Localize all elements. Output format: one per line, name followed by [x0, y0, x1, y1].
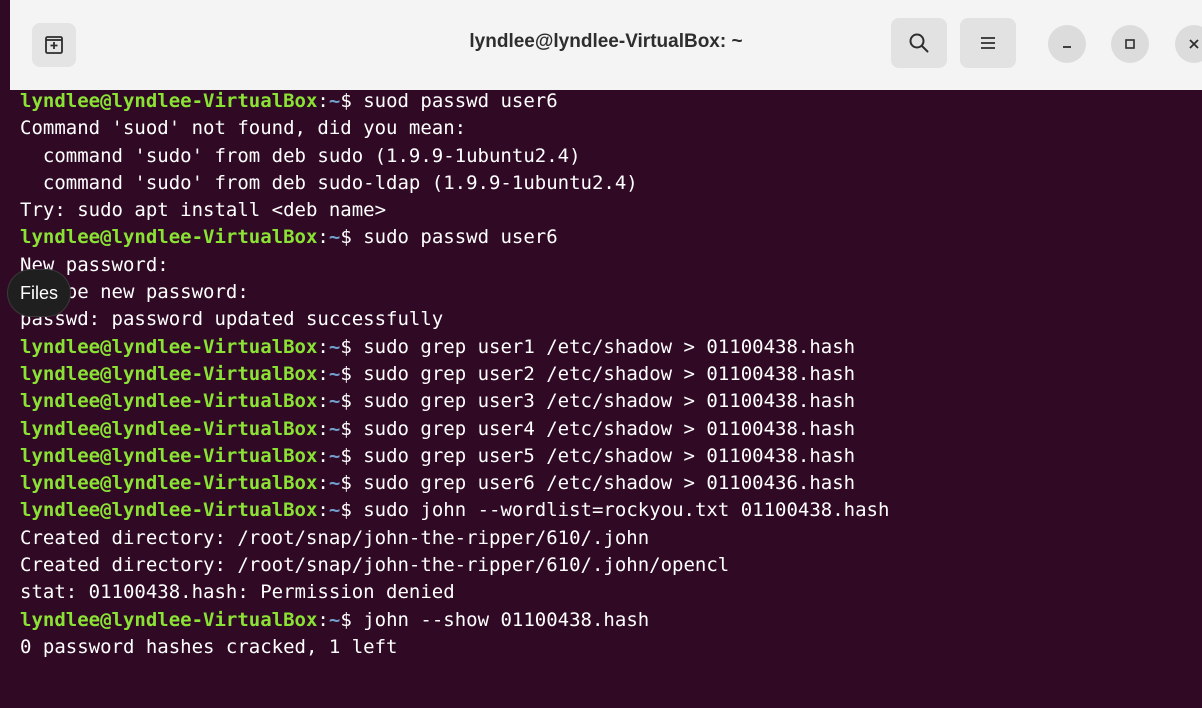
output-text: Command 'suod' not found, did you mean: [20, 117, 467, 140]
prompt-path: ~ [328, 90, 341, 112]
search-icon [909, 33, 929, 53]
prompt-path: ~ [328, 417, 341, 440]
prompt-user-host: lyndlee@lyndlee-VirtualBox [20, 226, 318, 249]
prompt-user-host: lyndlee@lyndlee-VirtualBox [20, 417, 318, 440]
output-line: command 'sudo' from deb sudo-ldap (1.9.9… [20, 170, 1202, 197]
search-button[interactable] [891, 18, 947, 68]
output-line: Created directory: /root/snap/john-the-r… [20, 525, 1202, 552]
prompt-separator: : [317, 90, 329, 112]
command-text: sudo grep user6 /etc/shadow > 01100436.h… [363, 472, 856, 495]
prompt-path: ~ [328, 362, 341, 385]
output-line: New password: [20, 252, 1202, 279]
prompt-symbol: $ [340, 90, 364, 112]
output-line: command 'sudo' from deb sudo (1.9.9-1ubu… [20, 143, 1202, 170]
title-bar[interactable]: lyndlee@lyndlee-VirtualBox: ~ [0, 0, 1202, 90]
prompt-separator: : [317, 335, 329, 358]
prompt-separator: : [317, 417, 329, 440]
command-text: sudo grep user2 /etc/shadow > 01100438.h… [363, 362, 856, 385]
prompt-path: ~ [328, 608, 341, 631]
terminal-window: lyndlee@lyndlee-VirtualBox: ~ lyndlee@ly… [0, 0, 1202, 708]
maximize-button[interactable] [1111, 25, 1149, 63]
prompt-symbol: $ [340, 499, 364, 522]
output-line: 0 password hashes cracked, 1 left [20, 634, 1202, 661]
output-text: command 'sudo' from deb sudo-ldap (1.9.9… [20, 171, 638, 194]
output-line: Created directory: /root/snap/john-the-r… [20, 552, 1202, 579]
prompt-separator: : [317, 226, 329, 249]
close-icon [1189, 39, 1199, 49]
prompt-separator: : [317, 472, 329, 495]
command-line: lyndlee@lyndlee-VirtualBox:~$ sudo grep … [20, 361, 1202, 388]
command-line: lyndlee@lyndlee-VirtualBox:~$ sudo john … [20, 497, 1202, 524]
prompt-symbol: $ [340, 417, 364, 440]
command-text: john --show 01100438.hash [363, 608, 650, 631]
files-tooltip: Files [8, 270, 71, 316]
command-line: lyndlee@lyndlee-VirtualBox:~$ suod passw… [20, 88, 1202, 115]
prompt-symbol: $ [340, 444, 364, 467]
command-text: sudo john --wordlist=rockyou.txt 0110043… [363, 499, 890, 522]
new-tab-button[interactable] [32, 23, 76, 67]
prompt-symbol: $ [340, 390, 364, 413]
command-line: lyndlee@lyndlee-VirtualBox:~$ sudo grep … [20, 443, 1202, 470]
prompt-separator: : [317, 499, 329, 522]
command-text: sudo grep user3 /etc/shadow > 01100438.h… [363, 390, 856, 413]
close-button[interactable] [1175, 25, 1202, 63]
prompt-user-host: lyndlee@lyndlee-VirtualBox [20, 335, 318, 358]
prompt-path: ~ [328, 226, 341, 249]
prompt-path: ~ [328, 335, 341, 358]
command-line: lyndlee@lyndlee-VirtualBox:~$ sudo grep … [20, 470, 1202, 497]
prompt-path: ~ [328, 444, 341, 467]
prompt-separator: : [317, 362, 329, 385]
command-text: sudo grep user1 /etc/shadow > 01100438.h… [363, 335, 856, 358]
output-line: passwd: password updated successfully [20, 306, 1202, 333]
prompt-symbol: $ [340, 335, 364, 358]
prompt-user-host: lyndlee@lyndlee-VirtualBox [20, 362, 318, 385]
prompt-user-host: lyndlee@lyndlee-VirtualBox [20, 444, 318, 467]
command-line: lyndlee@lyndlee-VirtualBox:~$ sudo grep … [20, 416, 1202, 443]
prompt-user-host: lyndlee@lyndlee-VirtualBox [20, 90, 318, 112]
terminal-output[interactable]: lyndlee@lyndlee-VirtualBox:~$ suod passw… [10, 88, 1202, 708]
output-text: command 'sudo' from deb sudo (1.9.9-1ubu… [20, 144, 581, 167]
prompt-path: ~ [328, 499, 341, 522]
menu-button[interactable] [960, 18, 1016, 68]
command-line: lyndlee@lyndlee-VirtualBox:~$ sudo grep … [20, 334, 1202, 361]
output-text: Try: sudo apt install <deb name> [20, 199, 387, 222]
output-text: Created directory: /root/snap/john-the-r… [20, 554, 730, 577]
prompt-separator: : [317, 390, 329, 413]
prompt-user-host: lyndlee@lyndlee-VirtualBox [20, 499, 318, 522]
output-text: 0 password hashes cracked, 1 left [20, 635, 398, 658]
minimize-icon [1063, 46, 1071, 48]
new-tab-icon [45, 36, 63, 54]
prompt-user-host: lyndlee@lyndlee-VirtualBox [20, 608, 318, 631]
output-line: Try: sudo apt install <deb name> [20, 197, 1202, 224]
prompt-symbol: $ [340, 226, 364, 249]
prompt-symbol: $ [340, 362, 364, 385]
output-text: passwd: password updated successfully [20, 308, 444, 331]
hamburger-menu-icon [981, 37, 995, 49]
command-text: suod passwd user6 [363, 90, 558, 112]
prompt-user-host: lyndlee@lyndlee-VirtualBox [20, 390, 318, 413]
output-line: Command 'suod' not found, did you mean: [20, 115, 1202, 142]
prompt-symbol: $ [340, 608, 364, 631]
output-line: Retype new password: [20, 279, 1202, 306]
output-text: stat: 01100438.hash: Permission denied [20, 581, 455, 604]
command-text: sudo passwd user6 [363, 226, 558, 249]
prompt-user-host: lyndlee@lyndlee-VirtualBox [20, 472, 318, 495]
prompt-symbol: $ [340, 472, 364, 495]
command-text: sudo grep user5 /etc/shadow > 01100438.h… [363, 444, 856, 467]
command-line: lyndlee@lyndlee-VirtualBox:~$ sudo passw… [20, 224, 1202, 251]
prompt-path: ~ [328, 390, 341, 413]
window-title: lyndlee@lyndlee-VirtualBox: ~ [469, 31, 743, 52]
command-text: sudo grep user4 /etc/shadow > 01100438.h… [363, 417, 856, 440]
prompt-separator: : [317, 608, 329, 631]
prompt-path: ~ [328, 472, 341, 495]
output-line: stat: 01100438.hash: Permission denied [20, 579, 1202, 606]
output-text: Created directory: /root/snap/john-the-r… [20, 526, 650, 549]
command-line: lyndlee@lyndlee-VirtualBox:~$ john --sho… [20, 607, 1202, 634]
command-line: lyndlee@lyndlee-VirtualBox:~$ sudo grep … [20, 388, 1202, 415]
maximize-icon [1125, 39, 1135, 49]
prompt-separator: : [317, 444, 329, 467]
minimize-button[interactable] [1048, 25, 1086, 63]
